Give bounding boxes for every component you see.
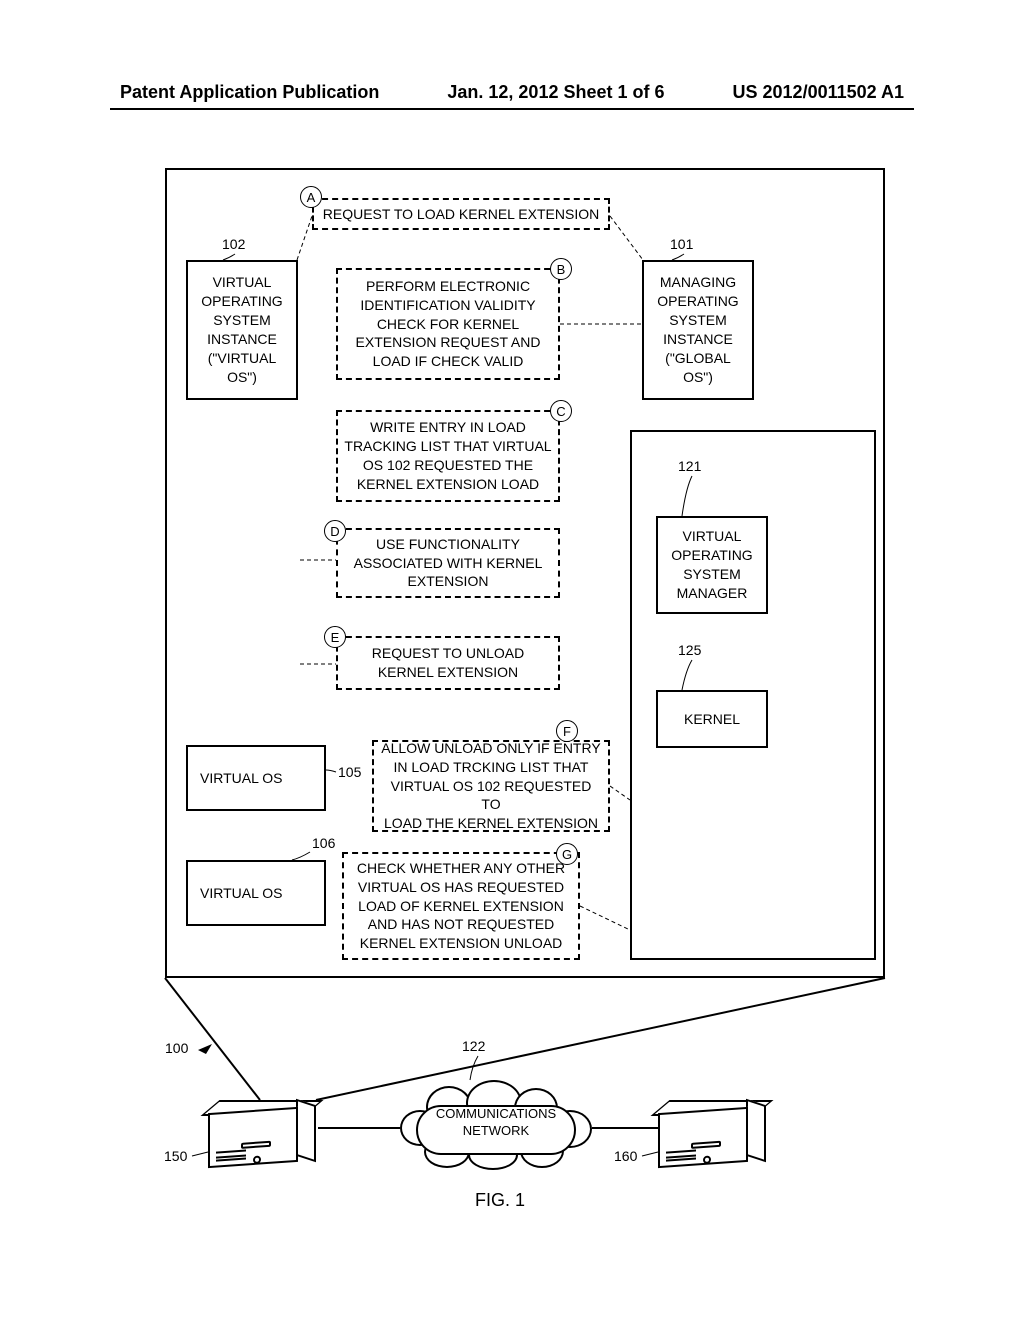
box-virtual-os-105: VIRTUAL OS: [186, 745, 326, 811]
step-d-box: USE FUNCTIONALITY ASSOCIATED WITH KERNEL…: [336, 528, 560, 598]
box-virtual-os-main: VIRTUAL OPERATING SYSTEM INSTANCE ("VIRT…: [186, 260, 298, 400]
ref-160: 160: [614, 1148, 637, 1164]
step-g-box: CHECK WHETHER ANY OTHER VIRTUAL OS HAS R…: [342, 852, 580, 960]
cloud-text: COMMUNICATIONS NETWORK: [396, 1106, 596, 1140]
figure-label: FIG. 1: [460, 1190, 540, 1211]
box-global-os: MANAGING OPERATING SYSTEM INSTANCE ("GLO…: [642, 260, 754, 400]
step-g-badge: G: [556, 843, 578, 865]
server-right: [658, 1100, 768, 1170]
step-c-box: WRITE ENTRY IN LOAD TRACKING LIST THAT V…: [336, 410, 560, 502]
box-text: MANAGING OPERATING SYSTEM INSTANCE ("GLO…: [650, 273, 746, 386]
step-a-box: REQUEST TO LOAD KERNEL EXTENSION: [312, 198, 610, 230]
step-a-badge: A: [300, 186, 322, 208]
ref-125: 125: [678, 642, 701, 658]
box-text: KERNEL: [684, 710, 740, 729]
page-header: Patent Application Publication Jan. 12, …: [0, 82, 1024, 103]
header-left: Patent Application Publication: [120, 82, 379, 103]
step-f-badge: F: [556, 720, 578, 742]
cloud-network: COMMUNICATIONS NETWORK: [396, 1080, 596, 1170]
step-e-box: REQUEST TO UNLOAD KERNEL EXTENSION: [336, 636, 560, 690]
step-text: PERFORM ELECTRONIC IDENTIFICATION VALIDI…: [356, 277, 541, 371]
step-text: REQUEST TO UNLOAD KERNEL EXTENSION: [372, 644, 524, 682]
ref-101: 101: [670, 236, 693, 252]
step-f-box: ALLOW UNLOAD ONLY IF ENTRY IN LOAD TRCKI…: [372, 740, 610, 832]
step-text: CHECK WHETHER ANY OTHER VIRTUAL OS HAS R…: [357, 859, 565, 953]
box-text: VIRTUAL OS: [200, 884, 282, 903]
box-kernel: KERNEL: [656, 690, 768, 748]
step-b-box: PERFORM ELECTRONIC IDENTIFICATION VALIDI…: [336, 268, 560, 380]
step-d-badge: D: [324, 520, 346, 542]
step-text: WRITE ENTRY IN LOAD TRACKING LIST THAT V…: [344, 418, 551, 494]
ref-150: 150: [164, 1148, 187, 1164]
ref-122: 122: [462, 1038, 485, 1054]
ref-100: 100: [165, 1040, 188, 1056]
header-rule: [110, 108, 914, 110]
step-text: USE FUNCTIONALITY ASSOCIATED WITH KERNEL…: [354, 535, 543, 592]
box-text: VIRTUAL OS: [200, 769, 282, 788]
step-text: REQUEST TO LOAD KERNEL EXTENSION: [323, 205, 599, 224]
box-vos-manager: VIRTUAL OPERATING SYSTEM MANAGER: [656, 516, 768, 614]
header-center: Jan. 12, 2012 Sheet 1 of 6: [447, 82, 664, 103]
step-c-badge: C: [550, 400, 572, 422]
ref-102: 102: [222, 236, 245, 252]
header-right: US 2012/0011502 A1: [733, 82, 904, 103]
step-text: ALLOW UNLOAD ONLY IF ENTRY IN LOAD TRCKI…: [380, 739, 602, 833]
box-text: VIRTUAL OPERATING SYSTEM MANAGER: [671, 527, 752, 603]
box-virtual-os-106: VIRTUAL OS: [186, 860, 326, 926]
ref-105: 105: [338, 764, 361, 780]
box-text: VIRTUAL OPERATING SYSTEM INSTANCE ("VIRT…: [194, 273, 290, 386]
ref-121: 121: [678, 458, 701, 474]
page: Patent Application Publication Jan. 12, …: [0, 0, 1024, 1320]
step-b-badge: B: [550, 258, 572, 280]
server-left: [208, 1100, 318, 1170]
step-e-badge: E: [324, 626, 346, 648]
ref-106: 106: [312, 835, 335, 851]
